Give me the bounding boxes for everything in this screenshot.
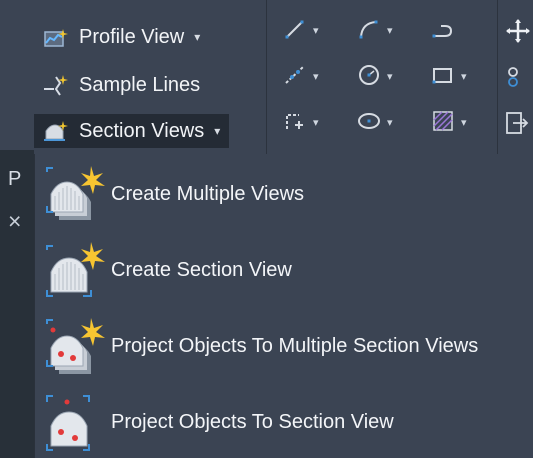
sample-lines-icon [41, 72, 71, 98]
menu-item-label: Project Objects To Section View [111, 410, 394, 433]
menu-item-project-objects-multiple[interactable]: Project Objects To Multiple Section View… [35, 308, 533, 384]
circle-tool[interactable]: ▾ [357, 62, 417, 92]
modify-tools-partial [505, 14, 533, 138]
close-icon[interactable]: × [8, 210, 21, 233]
ellipse-icon [357, 109, 381, 138]
arc-icon [357, 17, 381, 46]
line-icon [283, 17, 307, 46]
polyline-edit-icon [283, 63, 307, 92]
menu-item-label: Project Objects To Multiple Section View… [111, 334, 479, 357]
civil3d-ribbon-screen: Profile View ▾ Sample Lines Section View… [0, 0, 533, 458]
edit-polyline-tool[interactable]: ▾ [283, 108, 343, 138]
copy-icon[interactable] [505, 64, 531, 95]
ribbon-panel: Profile View ▾ Sample Lines Section View… [0, 0, 533, 158]
edit-polyline-icon [283, 109, 307, 138]
line-tool[interactable]: ▾ [283, 16, 343, 46]
hatch-tool[interactable]: ▾ [431, 108, 491, 138]
profile-view-caret-icon: ▾ [194, 30, 201, 44]
menu-item-project-objects-section[interactable]: Project Objects To Section View [35, 384, 533, 458]
create-section-view-icon [43, 242, 109, 300]
ellipse-tool[interactable]: ▾ [357, 108, 417, 138]
menu-item-create-section-view[interactable]: Create Section View [35, 232, 533, 308]
menu-item-label: Create Section View [111, 258, 292, 281]
section-views-icon [41, 118, 71, 144]
rectangle-tool-caret-icon: ▾ [461, 70, 467, 83]
polyline-edit-caret-icon: ▾ [313, 70, 319, 83]
profile-view-label: Profile View [79, 25, 185, 48]
circle-tool-caret-icon: ▾ [387, 70, 393, 83]
sample-lines-button[interactable]: Sample Lines [34, 68, 209, 102]
project-objects-multiple-icon [43, 318, 109, 376]
hatch-icon [431, 109, 455, 138]
sample-lines-label: Sample Lines [79, 73, 201, 96]
side-panel-strip [0, 150, 34, 458]
move-icon[interactable] [505, 18, 531, 49]
section-views-label: Section Views [79, 119, 205, 142]
create-multiple-views-icon [43, 166, 109, 224]
ribbon-divider-1 [266, 0, 267, 158]
project-objects-section-icon [43, 394, 109, 452]
rectangle-icon [431, 63, 455, 92]
profile-view-icon [41, 24, 71, 50]
section-views-button[interactable]: Section Views ▾ [34, 114, 230, 148]
arc-tool[interactable]: ▾ [357, 16, 417, 46]
circle-icon [357, 63, 381, 92]
section-views-caret-icon: ▾ [214, 124, 221, 138]
menu-item-label: Create Multiple Views [111, 182, 305, 205]
draw-tools-grid: ▾ ▾ ▾ ▾ ▾ ▾ ▾ ▾ [283, 14, 497, 138]
section-views-dropdown-menu: Create Multiple Views Create Section Vie… [34, 154, 533, 458]
rectangle-tool[interactable]: ▾ [431, 62, 491, 92]
ellipse-tool-caret-icon: ▾ [387, 116, 393, 129]
profile-view-button[interactable]: Profile View ▾ [34, 20, 209, 54]
menu-item-create-multiple-views[interactable]: Create Multiple Views [35, 156, 533, 232]
polyline-edit-tool[interactable]: ▾ [283, 62, 343, 92]
hatch-tool-caret-icon: ▾ [461, 116, 467, 129]
panel-title-fragment: P [8, 168, 22, 190]
polyline-icon [431, 17, 455, 46]
stretch-icon[interactable] [505, 110, 531, 141]
line-tool-caret-icon: ▾ [313, 24, 319, 37]
edit-polyline-caret-icon: ▾ [313, 116, 319, 129]
ribbon-divider-2 [497, 0, 498, 158]
polyline-tool[interactable] [431, 16, 491, 46]
arc-tool-caret-icon: ▾ [387, 24, 393, 37]
